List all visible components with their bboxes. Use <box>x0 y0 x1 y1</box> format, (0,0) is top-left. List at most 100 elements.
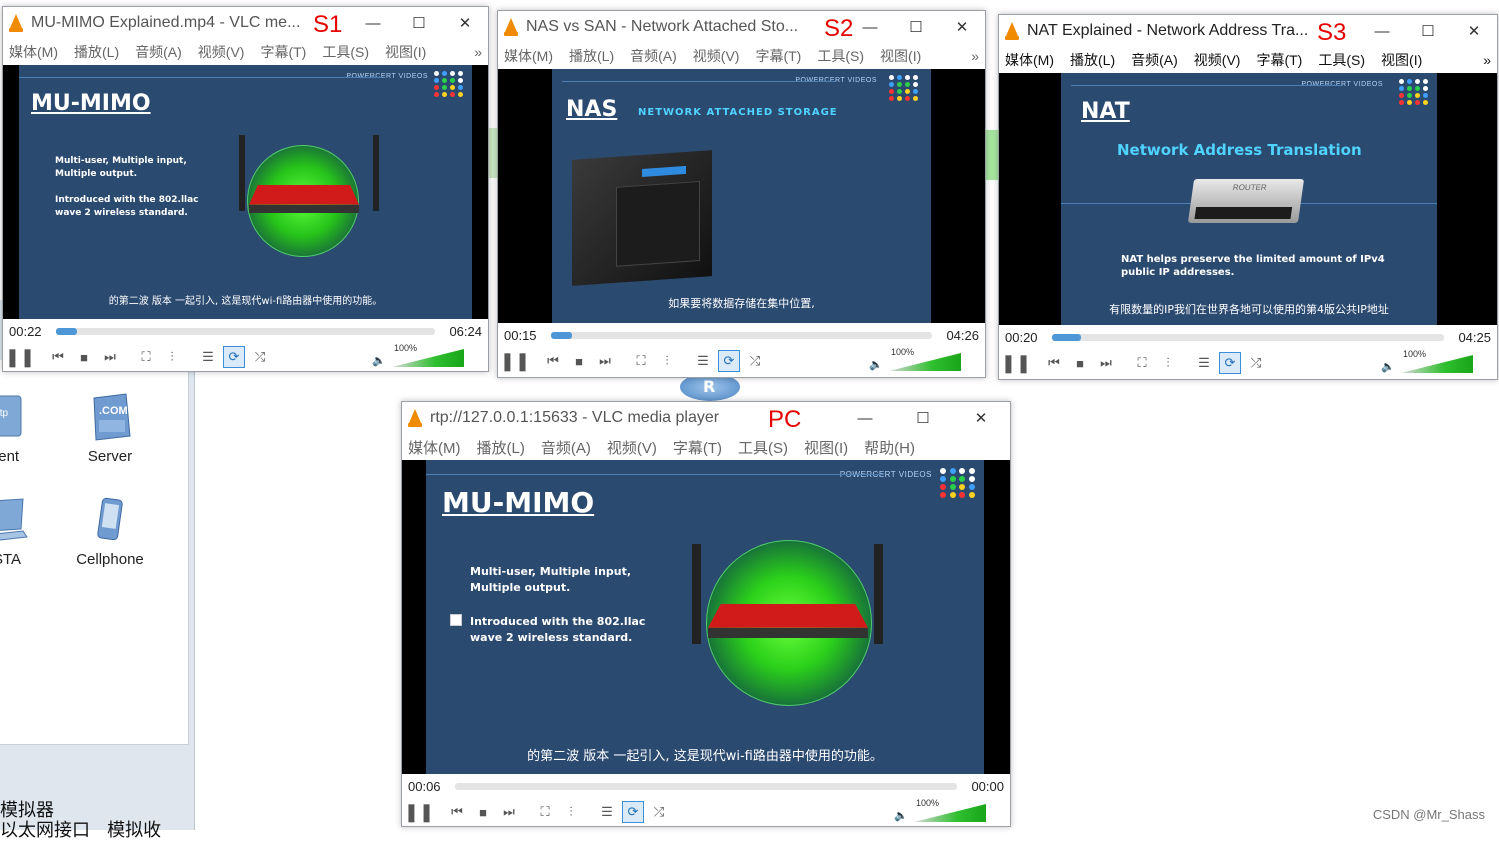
fullscreen-icon[interactable]: ⛶ <box>534 801 556 823</box>
shuffle-icon[interactable]: ⤮ <box>1245 352 1267 374</box>
previous-icon[interactable]: ⏮ <box>542 350 564 372</box>
menu-subtitle[interactable]: 字幕(T) <box>755 46 801 66</box>
menu-subtitle[interactable]: 字幕(T) <box>1256 50 1302 70</box>
menu-audio[interactable]: 音频(A) <box>541 437 591 458</box>
menu-tools[interactable]: 工具(S) <box>738 437 788 458</box>
next-icon[interactable]: ⏭ <box>99 346 121 368</box>
fullscreen-icon[interactable]: ⛶ <box>135 346 157 368</box>
menu-video[interactable]: 视频(V) <box>198 42 245 62</box>
menu-view[interactable]: 视图(I) <box>804 437 848 458</box>
loop-icon[interactable]: ⟳ <box>718 350 740 372</box>
volume-slider[interactable]: 🔈 100% <box>372 345 472 369</box>
video-area[interactable]: POWERCERT VIDEOS NAT Network Address Tra… <box>999 73 1497 325</box>
volume-slider[interactable]: 🔈 100% <box>894 800 994 824</box>
menu-view[interactable]: 视图(I) <box>385 42 426 62</box>
speaker-icon[interactable]: 🔈 <box>869 358 883 371</box>
maximize-icon[interactable]: ☐ <box>1405 22 1451 40</box>
shuffle-icon[interactable]: ⤮ <box>249 346 271 368</box>
next-icon[interactable]: ⏭ <box>498 801 520 823</box>
seek-bar[interactable] <box>56 328 436 335</box>
menu-playback[interactable]: 播放(L) <box>74 42 119 62</box>
menu-more-icon[interactable]: » <box>971 48 979 64</box>
title-bar[interactable]: NAT Explained - Network Address Tra... S… <box>999 15 1497 47</box>
video-area[interactable]: POWERCERT VIDEOS NAS NETWORK ATTACHED ST… <box>498 69 985 323</box>
extended-settings-icon[interactable]: ⫶ <box>1157 352 1179 374</box>
menu-playback[interactable]: 播放(L) <box>569 46 614 66</box>
seek-bar[interactable] <box>1052 334 1445 341</box>
menu-help[interactable]: 帮助(H) <box>864 437 915 458</box>
menu-more-icon[interactable]: » <box>1483 52 1491 68</box>
shuffle-icon[interactable]: ⤮ <box>648 801 670 823</box>
device-cellphone[interactable]: Cellphone <box>72 495 148 568</box>
menu-video[interactable]: 视频(V) <box>607 437 657 458</box>
pause-icon[interactable]: ❚❚ <box>502 350 528 372</box>
speaker-icon[interactable]: 🔈 <box>1381 360 1395 373</box>
checkbox[interactable] <box>450 614 462 626</box>
minimize-icon[interactable]: — <box>847 19 893 36</box>
menu-view[interactable]: 视图(I) <box>1381 50 1422 70</box>
vlc-window-pc[interactable]: rtp://127.0.0.1:15633 - VLC media player… <box>401 401 1011 827</box>
maximize-icon[interactable]: ☐ <box>396 14 442 32</box>
next-icon[interactable]: ⏭ <box>1095 352 1117 374</box>
menu-media[interactable]: 媒体(M) <box>9 42 58 62</box>
previous-icon[interactable]: ⏮ <box>1043 352 1065 374</box>
pause-icon[interactable]: ❚❚ <box>7 346 33 368</box>
extended-settings-icon[interactable]: ⫶ <box>656 350 678 372</box>
menu-video[interactable]: 视频(V) <box>693 46 740 66</box>
extended-settings-icon[interactable]: ⫶ <box>560 801 582 823</box>
device-server[interactable]: .COM Server <box>72 392 148 465</box>
loop-icon[interactable]: ⟳ <box>1219 352 1241 374</box>
menu-audio[interactable]: 音频(A) <box>630 46 677 66</box>
menu-more-icon[interactable]: » <box>474 44 482 60</box>
video-area[interactable]: POWERCERT VIDEOS MU-MIMO Multi-user, Mul… <box>3 65 488 319</box>
title-bar[interactable]: NAS vs SAN - Network Attached Sto... S2 … <box>498 11 985 43</box>
shuffle-icon[interactable]: ⤮ <box>744 350 766 372</box>
seek-bar[interactable] <box>455 783 958 790</box>
menu-audio[interactable]: 音频(A) <box>135 42 182 62</box>
pause-icon[interactable]: ❚❚ <box>406 801 432 823</box>
vlc-window-s3[interactable]: NAT Explained - Network Address Tra... S… <box>998 14 1498 380</box>
menu-tools[interactable]: 工具(S) <box>817 46 864 66</box>
previous-icon[interactable]: ⏮ <box>47 346 69 368</box>
device-client[interactable]: ttp ient <box>0 392 32 465</box>
pause-icon[interactable]: ❚❚ <box>1003 352 1029 374</box>
maximize-icon[interactable]: ☐ <box>893 18 939 36</box>
playlist-icon[interactable]: ☰ <box>692 350 714 372</box>
close-icon[interactable]: ✕ <box>1451 22 1497 40</box>
playlist-icon[interactable]: ☰ <box>1193 352 1215 374</box>
stop-icon[interactable]: ■ <box>1069 352 1091 374</box>
stop-icon[interactable]: ■ <box>73 346 95 368</box>
menu-media[interactable]: 媒体(M) <box>1005 50 1054 70</box>
menu-view[interactable]: 视图(I) <box>880 46 921 66</box>
close-icon[interactable]: ✕ <box>939 18 985 36</box>
minimize-icon[interactable]: — <box>1359 23 1405 40</box>
menu-subtitle[interactable]: 字幕(T) <box>260 42 306 62</box>
fullscreen-icon[interactable]: ⛶ <box>1131 352 1153 374</box>
menu-media[interactable]: 媒体(M) <box>408 437 461 458</box>
speaker-icon[interactable]: 🔈 <box>372 354 386 367</box>
menu-subtitle[interactable]: 字幕(T) <box>673 437 722 458</box>
playlist-icon[interactable]: ☰ <box>596 801 618 823</box>
stop-icon[interactable]: ■ <box>472 801 494 823</box>
fullscreen-icon[interactable]: ⛶ <box>630 350 652 372</box>
extended-settings-icon[interactable]: ⫶ <box>161 346 183 368</box>
close-icon[interactable]: ✕ <box>442 14 488 32</box>
close-icon[interactable]: ✕ <box>952 409 1010 427</box>
vlc-window-s1[interactable]: MU-MIMO Explained.mp4 - VLC me... S1 —☐✕… <box>2 6 489 372</box>
seek-bar[interactable] <box>551 332 933 339</box>
playlist-icon[interactable]: ☰ <box>197 346 219 368</box>
speaker-icon[interactable]: 🔈 <box>894 809 908 822</box>
menu-video[interactable]: 视频(V) <box>1194 50 1241 70</box>
title-bar[interactable]: MU-MIMO Explained.mp4 - VLC me... S1 —☐✕ <box>3 7 488 39</box>
title-bar[interactable]: rtp://127.0.0.1:15633 - VLC media player… <box>402 402 1010 434</box>
device-sta[interactable]: STA <box>0 495 32 568</box>
loop-icon[interactable]: ⟳ <box>622 801 644 823</box>
menu-tools[interactable]: 工具(S) <box>1318 50 1365 70</box>
minimize-icon[interactable]: — <box>836 410 894 427</box>
minimize-icon[interactable]: — <box>350 15 396 32</box>
volume-slider[interactable]: 🔈 100% <box>869 349 969 373</box>
menu-playback[interactable]: 播放(L) <box>477 437 525 458</box>
volume-slider[interactable]: 🔈 100% <box>1381 351 1481 375</box>
menu-audio[interactable]: 音频(A) <box>1131 50 1178 70</box>
loop-icon[interactable]: ⟳ <box>223 346 245 368</box>
